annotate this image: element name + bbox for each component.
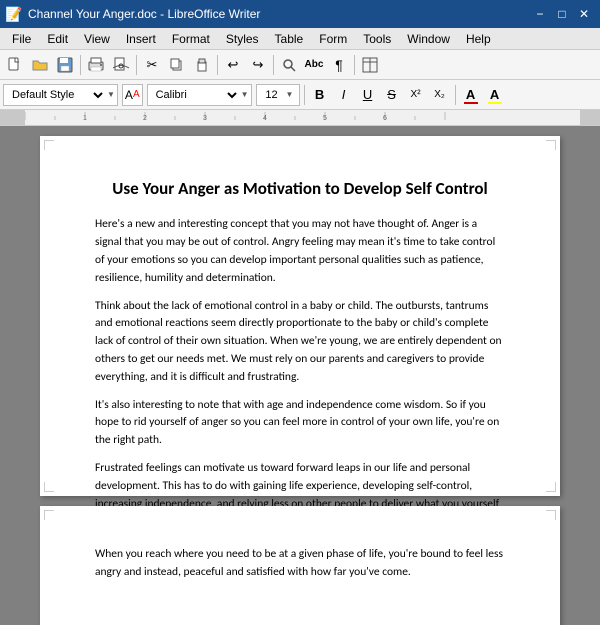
size-dropdown-arrow: ▼ bbox=[286, 90, 294, 99]
corner-tr bbox=[546, 140, 556, 150]
svg-text:1: 1 bbox=[83, 115, 87, 122]
menu-item-form[interactable]: Form bbox=[311, 28, 355, 49]
toolbar-separator-3 bbox=[217, 55, 218, 75]
page-2: When you reach where you need to be at a… bbox=[40, 506, 560, 625]
corner-tr-2 bbox=[546, 510, 556, 520]
formatting-marks-button[interactable]: ¶ bbox=[327, 53, 351, 77]
copy-button[interactable] bbox=[165, 53, 189, 77]
cut-button[interactable]: ✂ bbox=[140, 53, 164, 77]
fmt-separator-2 bbox=[455, 85, 456, 105]
toolbar-separator-1 bbox=[80, 55, 81, 75]
svg-text:2: 2 bbox=[143, 115, 147, 122]
window-title: Channel Your Anger.doc - LibreOffice Wri… bbox=[28, 7, 260, 21]
highlight-button[interactable]: A bbox=[484, 84, 506, 106]
app-icon: 📝 bbox=[6, 6, 22, 22]
menu-item-edit[interactable]: Edit bbox=[39, 28, 76, 49]
redo-button[interactable]: ↪ bbox=[246, 53, 270, 77]
paragraph-5: When you reach where you need to be at a… bbox=[95, 546, 505, 582]
menu-item-window[interactable]: Window bbox=[399, 28, 458, 49]
paste-button[interactable] bbox=[190, 53, 214, 77]
minimize-button[interactable]: − bbox=[530, 5, 550, 23]
superscript-button[interactable]: X² bbox=[405, 84, 427, 106]
corner-tl bbox=[44, 140, 54, 150]
formatting-toolbar: Default Style ▼ A A Calibri Arial Times … bbox=[0, 80, 600, 110]
corner-br bbox=[546, 482, 556, 492]
fmt-separator-1 bbox=[304, 85, 305, 105]
strikethrough-button[interactable]: S bbox=[381, 84, 403, 106]
page-title: Use Your Anger as Motivation to Develop … bbox=[95, 176, 505, 202]
paragraph-2: Think about the lack of emotional contro… bbox=[95, 298, 505, 387]
corner-tl-2 bbox=[44, 510, 54, 520]
menu-item-tools[interactable]: Tools bbox=[355, 28, 399, 49]
underline-button[interactable]: U bbox=[357, 84, 379, 106]
title-bar-controls[interactable]: − □ ✕ bbox=[530, 5, 594, 23]
insert-table-button[interactable] bbox=[358, 53, 382, 77]
save-button[interactable] bbox=[53, 53, 77, 77]
close-button[interactable]: ✕ bbox=[574, 5, 594, 23]
subscript-button[interactable]: X₂ bbox=[429, 84, 451, 106]
menu-item-view[interactable]: View bbox=[76, 28, 118, 49]
menu-item-insert[interactable]: Insert bbox=[118, 28, 164, 49]
menu-item-file[interactable]: File bbox=[4, 28, 39, 49]
svg-text:3: 3 bbox=[203, 115, 207, 122]
title-bar: 📝 Channel Your Anger.doc - LibreOffice W… bbox=[0, 0, 600, 28]
paragraph-style-select[interactable]: Default Style bbox=[6, 84, 106, 106]
print-preview-button[interactable] bbox=[109, 53, 133, 77]
font-select[interactable]: Calibri Arial Times New Roman bbox=[150, 84, 240, 106]
menu-item-format[interactable]: Format bbox=[164, 28, 218, 49]
menu-bar: FileEditViewInsertFormatStylesTableFormT… bbox=[0, 28, 600, 50]
toolbar-separator-5 bbox=[354, 55, 355, 75]
document-area[interactable]: Use Your Anger as Motivation to Develop … bbox=[0, 126, 600, 625]
ruler: 1 2 3 4 5 6 bbox=[0, 110, 600, 126]
menu-item-styles[interactable]: Styles bbox=[218, 28, 267, 49]
find-button[interactable] bbox=[277, 53, 301, 77]
font-size-input[interactable] bbox=[259, 84, 285, 106]
font-color-button[interactable]: A bbox=[460, 84, 482, 106]
italic-button[interactable]: I bbox=[333, 84, 355, 106]
new-button[interactable] bbox=[3, 53, 27, 77]
print-button[interactable] bbox=[84, 53, 108, 77]
svg-text:5: 5 bbox=[323, 115, 327, 122]
svg-text:4: 4 bbox=[263, 115, 267, 122]
toolbar-separator-2 bbox=[136, 55, 137, 75]
undo-button[interactable]: ↩ bbox=[221, 53, 245, 77]
main-toolbar: ✂ ↩ ↪ Abc ¶ bbox=[0, 50, 600, 80]
menu-item-table[interactable]: Table bbox=[267, 28, 312, 49]
title-bar-left: 📝 Channel Your Anger.doc - LibreOffice W… bbox=[6, 6, 260, 22]
open-button[interactable] bbox=[28, 53, 52, 77]
bold-button[interactable]: B bbox=[309, 84, 331, 106]
paragraph-1: Here's a new and interesting concept tha… bbox=[95, 216, 505, 287]
paragraph-3: It's also interesting to note that with … bbox=[95, 397, 505, 450]
font-dropdown-arrow: ▼ bbox=[241, 90, 249, 99]
spellcheck-button[interactable]: Abc bbox=[302, 53, 326, 77]
menu-item-help[interactable]: Help bbox=[458, 28, 499, 49]
corner-bl bbox=[44, 482, 54, 492]
toolbar-separator-4 bbox=[273, 55, 274, 75]
svg-text:6: 6 bbox=[383, 115, 387, 122]
maximize-button[interactable]: □ bbox=[552, 5, 572, 23]
style-dropdown-arrow: ▼ bbox=[107, 90, 115, 99]
page-1: Use Your Anger as Motivation to Develop … bbox=[40, 136, 560, 496]
